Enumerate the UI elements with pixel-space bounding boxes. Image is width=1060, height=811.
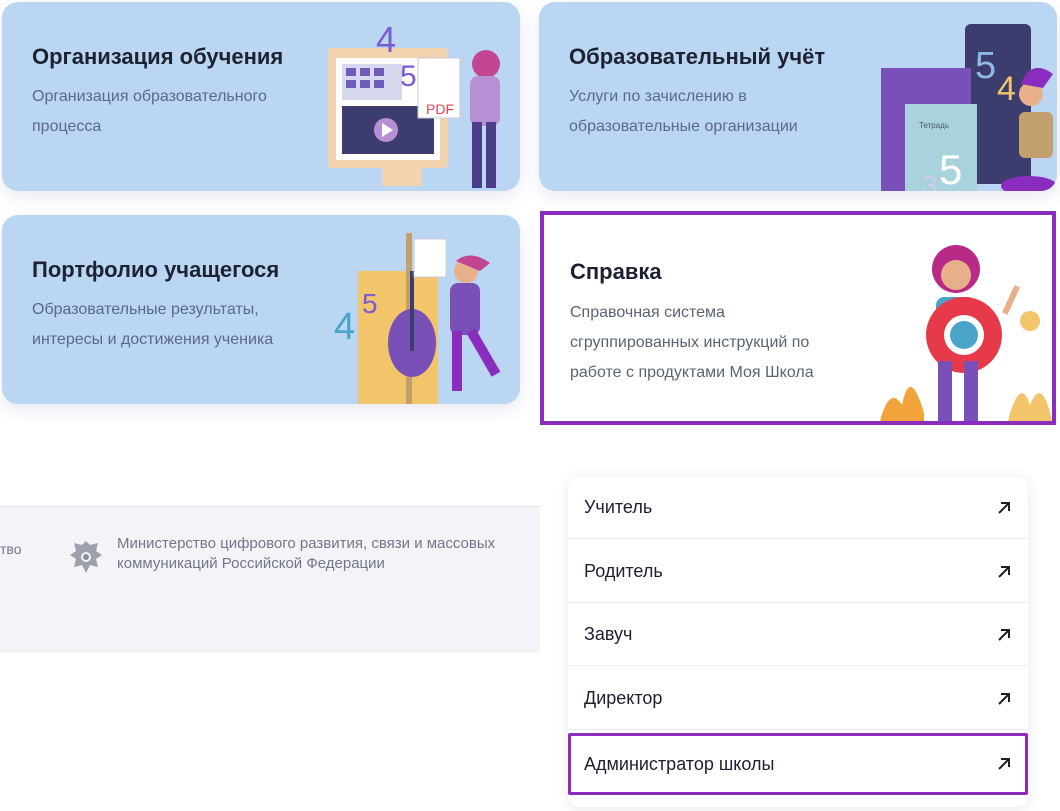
role-link-teacher[interactable]: Учитель: [568, 477, 1028, 539]
help-roles-section: Учитель Родитель Завуч Директор Админист…: [540, 454, 1056, 811]
role-link-head-teacher[interactable]: Завуч: [568, 604, 1028, 666]
digit-four: 4: [334, 306, 355, 348]
books-illustration: 5 4 Тетрадь 5 3: [881, 24, 1057, 191]
card-title: Справка: [570, 259, 662, 284]
role-label: Завуч: [584, 624, 633, 644]
card-title: Образовательный учёт: [569, 44, 826, 69]
card-help[interactable]: Справка Справочная система сгруппированн…: [540, 211, 1056, 425]
ministry-name: Министерство цифрового развития, связи и…: [117, 535, 496, 572]
coat-of-arms-icon: [70, 541, 102, 573]
digit-four: 4: [376, 19, 396, 60]
role-link-school-admin[interactable]: Администратор школы: [568, 733, 1028, 795]
role-link-director[interactable]: Директор: [568, 668, 1028, 730]
card-description: Справочная система сгруппированных инстр…: [570, 304, 814, 381]
digit-three: 3: [923, 170, 937, 191]
pdf-label: PDF: [426, 101, 454, 117]
role-label: Учитель: [584, 497, 653, 517]
card-description: Услуги по зачислению в образовательные о…: [569, 88, 798, 135]
role-label: Администратор школы: [584, 753, 775, 774]
footer: тво Министерство цифрового развития, свя…: [0, 506, 540, 653]
card-portfolio[interactable]: Портфолио учащегося Образовательные резу…: [2, 215, 520, 404]
card-title: Портфолио учащегося: [32, 257, 280, 282]
arrow-up-right-icon: [998, 565, 1010, 578]
card-title: Организация обучения: [32, 44, 284, 69]
role-label: Директор: [584, 688, 663, 708]
lifebuoy-illustration: [880, 245, 1052, 421]
role-link-parent[interactable]: Родитель: [568, 541, 1028, 603]
digit-five-large: 5: [939, 146, 962, 191]
arrow-up-right-icon: [998, 628, 1010, 641]
digit-five: 5: [975, 45, 996, 87]
digit-five: 5: [362, 288, 378, 319]
digit-four: 4: [997, 70, 1016, 108]
card-description: Организация образовательного процесса: [32, 88, 267, 135]
card-education-accounting[interactable]: Образовательный учёт Услуги по зачислени…: [539, 2, 1057, 191]
notebook-label: Тетрадь: [919, 121, 949, 130]
classroom-illustration: PDF 4 5: [328, 19, 500, 188]
card-description: Образовательные результаты, интересы и д…: [32, 301, 274, 348]
arrow-up-right-icon: [998, 758, 1010, 770]
digit-five: 5: [400, 60, 417, 93]
arrow-up-right-icon: [998, 692, 1010, 705]
role-label: Родитель: [584, 561, 663, 581]
card-organization[interactable]: Организация обучения Организация образов…: [2, 2, 520, 191]
music-illustration: 4 5: [334, 233, 501, 404]
arrow-up-right-icon: [998, 501, 1010, 514]
footer-cut-text: тво: [0, 541, 22, 557]
